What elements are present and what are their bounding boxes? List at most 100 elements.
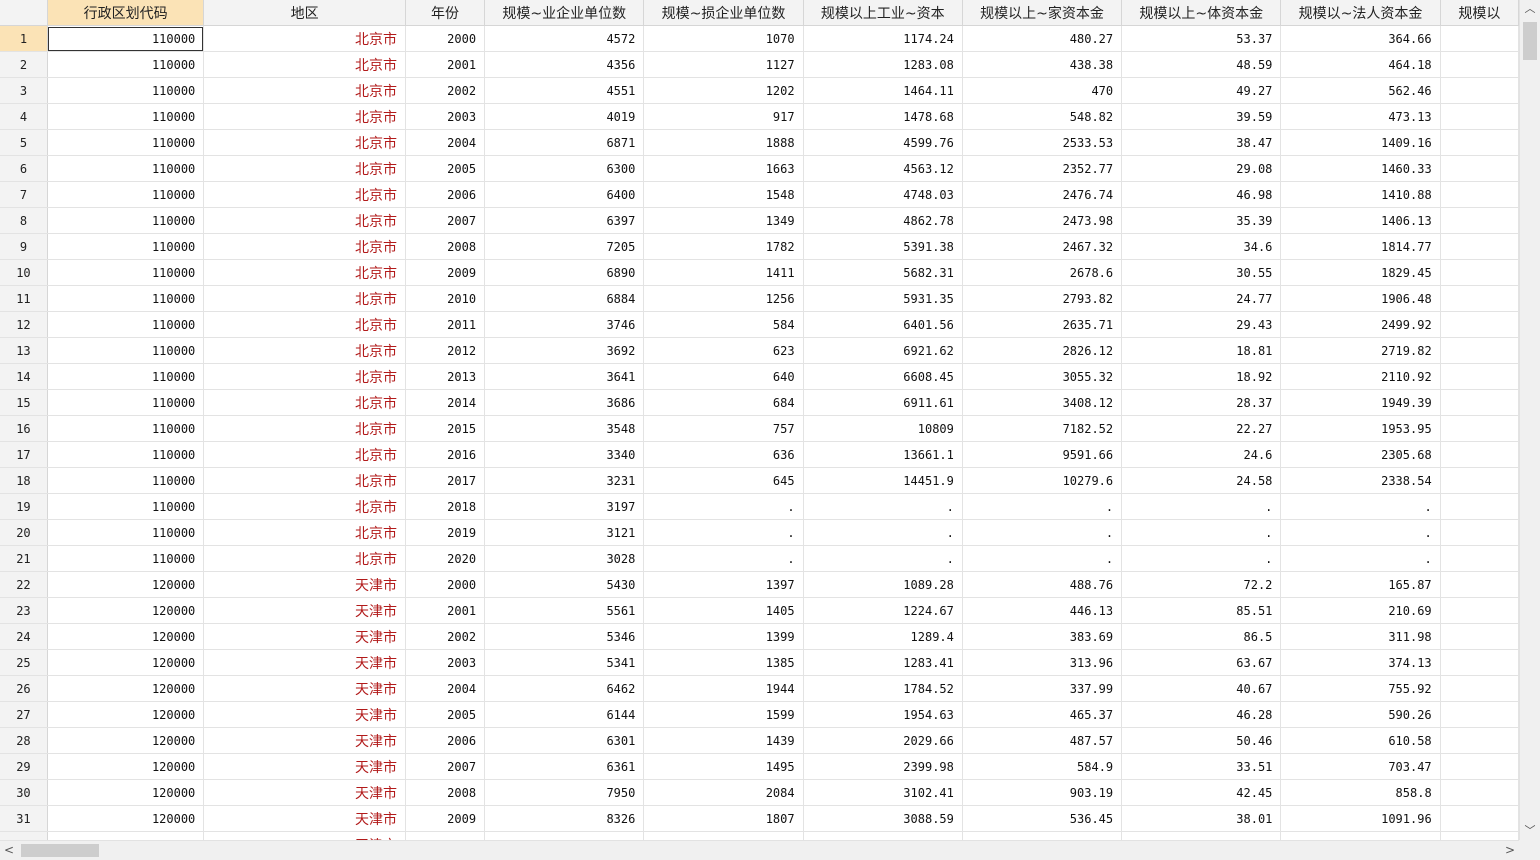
table-cell[interactable]: 3548 [484,415,645,442]
table-cell[interactable]: 110000 [47,311,205,338]
table-cell[interactable]: 3102.41 [803,779,963,806]
table-cell[interactable]: 623 [643,337,804,364]
table-cell[interactable]: 110000 [47,129,205,156]
table-cell[interactable]: 2014 [405,389,486,416]
table-cell[interactable]: 1349 [643,207,804,234]
table-cell[interactable]: 2006 [405,727,486,754]
table-cell[interactable]: 5561 [484,597,645,624]
table-cell[interactable]: 110000 [47,545,205,572]
table-cell[interactable]: 120000 [47,649,205,676]
table-cell[interactable]: 110000 [47,441,205,468]
row-number[interactable]: 22 [0,571,48,598]
table-cell[interactable]: 1070 [643,25,804,52]
table-cell[interactable]: 2015 [405,415,486,442]
table-cell[interactable]: 6871 [484,129,645,156]
table-cell[interactable] [1440,441,1519,468]
table-cell[interactable] [1440,779,1519,806]
table-cell[interactable]: 北京市 [203,77,406,104]
table-cell[interactable]: 2467.32 [962,233,1123,260]
column-header[interactable]: 地区 [203,0,406,26]
row-number[interactable]: 17 [0,441,48,468]
table-cell[interactable]: 3692 [484,337,645,364]
row-number[interactable]: 10 [0,259,48,286]
table-cell[interactable] [1440,181,1519,208]
table-cell[interactable]: 536.45 [962,805,1123,832]
table-cell[interactable]: 24.77 [1121,285,1282,312]
table-cell[interactable] [962,831,1123,840]
table-cell[interactable]: 48.59 [1121,51,1282,78]
table-cell[interactable] [1440,25,1519,52]
table-cell[interactable]: 2020 [405,545,486,572]
table-cell[interactable]: 2305.68 [1280,441,1441,468]
row-number[interactable]: 3 [0,77,48,104]
column-header[interactable]: 规模以上工业~资本 [803,0,963,26]
data-grid[interactable]: 行政区划代码 地区 年份 规模~业企业单位数 规模~损企业单位数 规模以上工业~资本 规模以… [0,0,1519,840]
table-cell[interactable]: 72.2 [1121,571,1282,598]
table-cell[interactable]: 3408.12 [962,389,1123,416]
table-cell[interactable] [1440,285,1519,312]
table-cell[interactable]: 3340 [484,441,645,468]
table-cell[interactable]: 33.51 [1121,753,1282,780]
table-cell[interactable]: 6301 [484,727,645,754]
table-cell[interactable]: 2678.6 [962,259,1123,286]
table-cell[interactable]: 120000 [47,701,205,728]
horizontal-scrollbar[interactable]: < > [0,840,1519,860]
table-cell[interactable]: 7182.52 [962,415,1123,442]
table-cell[interactable]: 2004 [405,129,486,156]
table-cell[interactable]: 5931.35 [803,285,963,312]
table-cell[interactable]: 3055.32 [962,363,1123,390]
table-cell[interactable]: 446.13 [962,597,1123,624]
table-cell[interactable]: 北京市 [203,103,406,130]
table-cell[interactable]: 120000 [47,779,205,806]
row-number[interactable]: 28 [0,727,48,754]
table-cell[interactable]: 天津市 [203,649,406,676]
table-cell[interactable]: 北京市 [203,25,406,52]
table-cell[interactable]: 22.27 [1121,415,1282,442]
column-header[interactable]: 规模~业企业单位数 [484,0,645,26]
table-cell[interactable]: 85.51 [1121,597,1282,624]
table-cell[interactable]: 2003 [405,103,486,130]
table-cell[interactable]: 北京市 [203,467,406,494]
table-cell[interactable]: 110000 [47,207,205,234]
row-number[interactable]: 15 [0,389,48,416]
table-cell[interactable]: 8326 [484,805,645,832]
table-cell[interactable]: 110000 [47,467,205,494]
row-number[interactable]: 11 [0,285,48,312]
row-number[interactable]: 4 [0,103,48,130]
table-cell[interactable]: 6144 [484,701,645,728]
row-number[interactable]: 13 [0,337,48,364]
table-cell[interactable]: 1283.08 [803,51,963,78]
row-number[interactable]: 18 [0,467,48,494]
table-cell[interactable] [1440,77,1519,104]
table-cell[interactable]: 364.66 [1280,25,1441,52]
row-number[interactable]: 9 [0,233,48,260]
row-number[interactable]: 5 [0,129,48,156]
table-cell[interactable]: 天津市 [203,675,406,702]
table-cell[interactable]: . [803,545,963,572]
table-cell[interactable]: 18.81 [1121,337,1282,364]
table-cell[interactable]: 110000 [47,77,205,104]
table-cell[interactable]: 46.28 [1121,701,1282,728]
table-cell[interactable]: 3641 [484,363,645,390]
table-cell[interactable]: 2012 [405,337,486,364]
table-cell[interactable] [1440,545,1519,572]
table-cell[interactable]: 2008 [405,779,486,806]
table-cell[interactable]: 1548 [643,181,804,208]
table-cell[interactable]: 1397 [643,571,804,598]
table-cell[interactable]: 2826.12 [962,337,1123,364]
table-cell[interactable]: . [1121,519,1282,546]
table-cell[interactable]: . [1280,519,1441,546]
table-cell[interactable]: 590.26 [1280,701,1441,728]
table-cell[interactable]: 9591.66 [962,441,1123,468]
table-cell[interactable]: 5346 [484,623,645,650]
table-cell[interactable]: 120000 [47,753,205,780]
table-cell[interactable]: 1599 [643,701,804,728]
table-cell[interactable]: 2011 [405,311,486,338]
table-cell[interactable]: 464.18 [1280,51,1441,78]
table-cell[interactable]: 470 [962,77,1123,104]
table-cell[interactable]: 2010 [405,285,486,312]
table-cell[interactable]: 1174.24 [803,25,963,52]
table-cell[interactable]: 29.08 [1121,155,1282,182]
table-cell[interactable]: 46.98 [1121,181,1282,208]
table-cell[interactable]: 天津市 [203,779,406,806]
